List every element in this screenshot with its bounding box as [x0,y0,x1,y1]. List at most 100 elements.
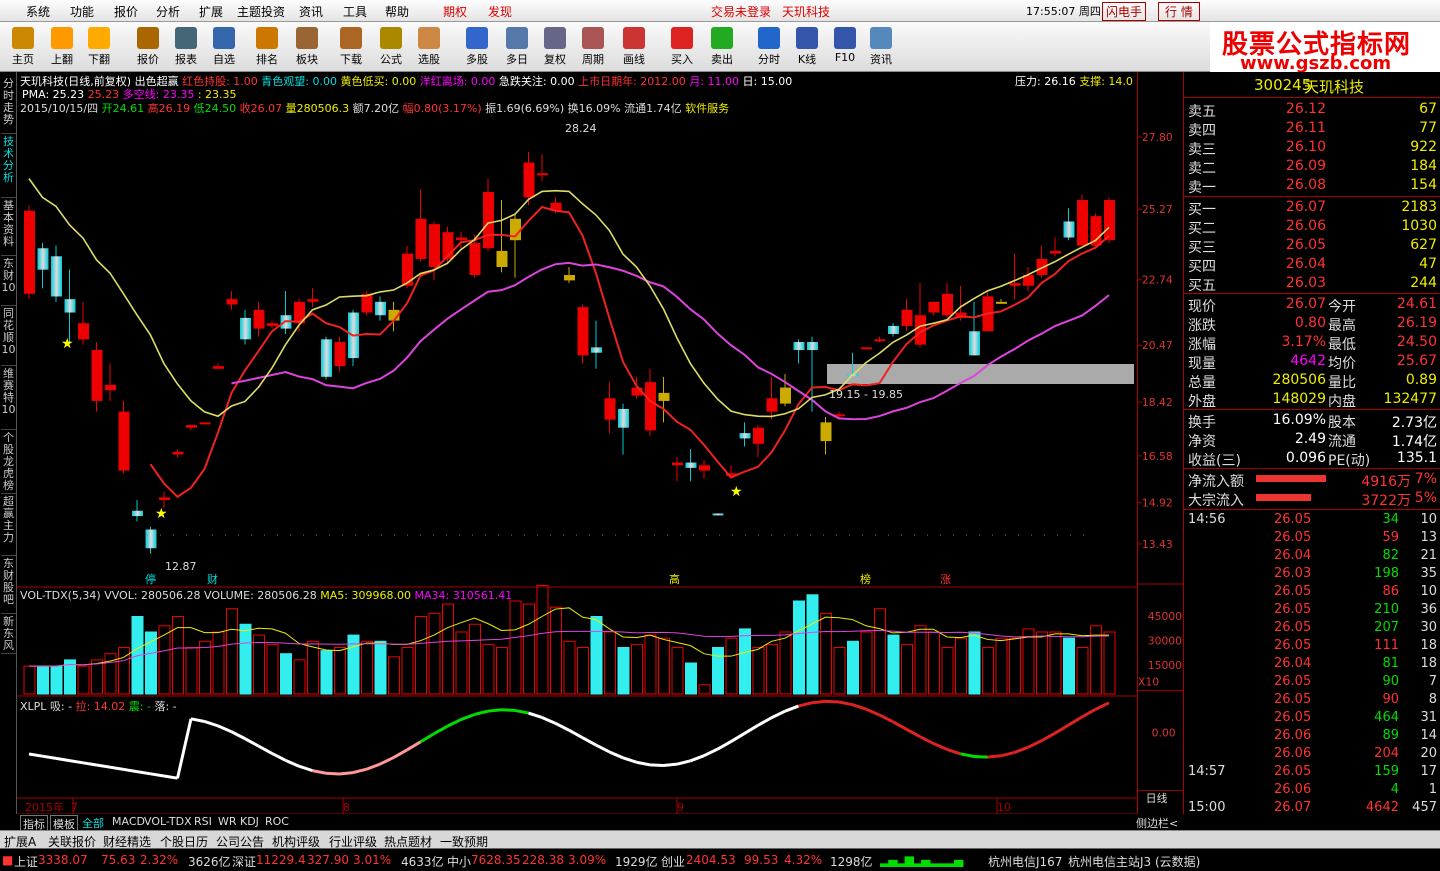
menu-system[interactable]: 系统 [26,3,50,20]
toolbar-15-button[interactable]: 画线 [615,25,653,69]
toolbar-0-icon [12,27,34,49]
toolbar-19-button[interactable]: K线 [788,25,826,69]
candle [375,296,386,321]
menu-news[interactable]: 资讯 [299,3,323,20]
toolbar-11-button[interactable]: 多股 [458,25,496,69]
candle [888,323,899,337]
xlpl-segment [82,761,97,767]
indicator-tab[interactable]: RSI [194,815,212,828]
stat-label-2: 均价 [1328,356,1356,372]
side-tab-9[interactable]: 新东风 [1,616,16,654]
toolbar-label: 画线 [623,53,645,66]
toolbar-8-button[interactable]: 下载 [332,25,370,69]
tick-count: 36 [1420,602,1437,617]
tick-count: 8 [1428,692,1437,707]
tick-count: 7 [1428,674,1437,689]
ind-watch: 青色观望: 0.00 [261,75,337,88]
tick-volume: 4642 [1365,800,1399,815]
toolbar-16-button[interactable]: 买入 [663,25,701,69]
side-tab-0[interactable]: 分时走势 [1,78,16,134]
tick-price: 26.05 [1274,620,1312,635]
star-icon: ★ [155,506,168,522]
quote-button[interactable]: 行 情 [1158,2,1200,21]
indicator-tab[interactable]: ROC [265,815,289,828]
ask-price: 26.09 [1285,158,1326,174]
xlpl-segment [1040,731,1056,743]
login-status[interactable]: 交易未登录 [711,3,771,20]
side-tab-1[interactable]: 技术分析 [1,136,16,198]
volume-bar [995,637,1008,695]
volume-bar [793,600,805,695]
volume-bar [739,628,751,695]
toolbar-21-button[interactable]: 资讯 [862,25,900,69]
candle [1063,208,1075,241]
toolbar-9-button[interactable]: 公式 [372,25,410,69]
toolbar-label: 分时 [758,53,780,66]
ind-exit: 洋红离场: 0.00 [419,75,496,88]
menu-function[interactable]: 功能 [70,3,94,20]
menu-extend[interactable]: 扩展 [199,3,223,20]
toolbar-13-button[interactable]: 复权 [536,25,574,69]
side-tab-5[interactable]: 维赛特10 [1,368,16,430]
indicator-tab[interactable]: 全部 [82,815,104,831]
menu-quote[interactable]: 报价 [114,3,138,20]
toolbar-14-button[interactable]: 周期 [574,25,612,69]
volume-bar [1009,637,1021,695]
toolbar-label: 自选 [213,53,235,66]
sidebar-toggle[interactable]: 侧边栏< [1136,815,1178,831]
menu-theme[interactable]: 主题投资 [237,3,285,20]
tick-row: 26.04 81 18 [1184,655,1440,674]
toolbar-10-button[interactable]: 选股 [410,25,448,69]
side-tab-6[interactable]: 个股龙虎榜 [1,432,16,494]
indicator-tab[interactable]: KDJ [240,815,259,828]
candle [685,449,697,482]
sh-amount: 3626亿 [188,855,231,869]
toolbar-1-button[interactable]: 上翻 [43,25,81,69]
xlpl-segment [379,756,395,766]
menu-help[interactable]: 帮助 [385,3,409,20]
candle [942,283,953,318]
toolbar-2-button[interactable]: 下翻 [80,25,118,69]
menu-analysis[interactable]: 分析 [156,3,180,20]
toolbar-3-button[interactable]: 报价 [129,25,167,69]
toolbar-12-button[interactable]: 多日 [498,25,536,69]
side-tab-3[interactable]: 东财10 [1,258,16,306]
toolbar-label: 板块 [296,53,318,66]
ind-day: 日: 15.00 [742,75,793,88]
side-tab-4[interactable]: 同花顺10 [1,308,16,366]
candle [928,301,940,316]
stat2-value-2: 2.73亿 [1391,415,1437,431]
toolbar-4-button[interactable]: 报表 [167,25,205,69]
day-volume: 量280506.3 [285,102,350,115]
volume-bar [212,631,225,695]
flash-trade-button[interactable]: 闪电手 [1102,2,1147,21]
side-tab-2[interactable]: 基本资料 [1,200,16,256]
indicator-tabs: 指标 模板 全部 MACD VOL-TDX RSI WR KDJ ROC 侧边栏< [0,814,1440,833]
toolbar-6-button[interactable]: 排名 [248,25,286,69]
candle [996,299,1007,304]
toolbar-7-button[interactable]: 板块 [288,25,326,69]
xlpl-segment [55,756,70,763]
kline-chart[interactable]: 28.24 12.87 19.15 - 19.85 ★ ★ ★ 停 财 高 榜 涨 2015年 7 8 9 1… [17,72,1137,828]
menu-options[interactable]: 期权 [443,3,467,20]
indicator-tab[interactable]: WR [218,815,237,828]
side-tab-8[interactable]: 东财股吧 [1,558,16,614]
tick-count: 457 [1412,800,1437,815]
stat2-row: 换手 16.09% 股本 2.73亿 [1184,411,1440,431]
toolbar-5-button[interactable]: 自选 [205,25,243,69]
toolbar-0-button[interactable]: 主页 [4,25,42,69]
toolbar-18-button[interactable]: 分时 [750,25,788,69]
toolbar-17-button[interactable]: 卖出 [703,25,741,69]
xlpl-segment [501,708,516,712]
tick-price: 26.05 [1274,584,1312,599]
menu-tools[interactable]: 工具 [343,3,367,20]
site-logo: 股票公式指标网 www.gszb.com [1210,22,1440,74]
indicator-tab[interactable]: VOL-TDX [144,815,192,828]
indicator-tab[interactable]: MACD [112,815,145,828]
tick-count: 18 [1420,638,1437,653]
star-icon: ★ [61,336,74,352]
menu-discover[interactable]: 发现 [488,3,512,20]
price-tick: 22.74 [1142,274,1173,287]
toolbar-20-button[interactable]: F10 [826,25,864,69]
side-tab-7[interactable]: 超赢主力 [1,496,16,556]
